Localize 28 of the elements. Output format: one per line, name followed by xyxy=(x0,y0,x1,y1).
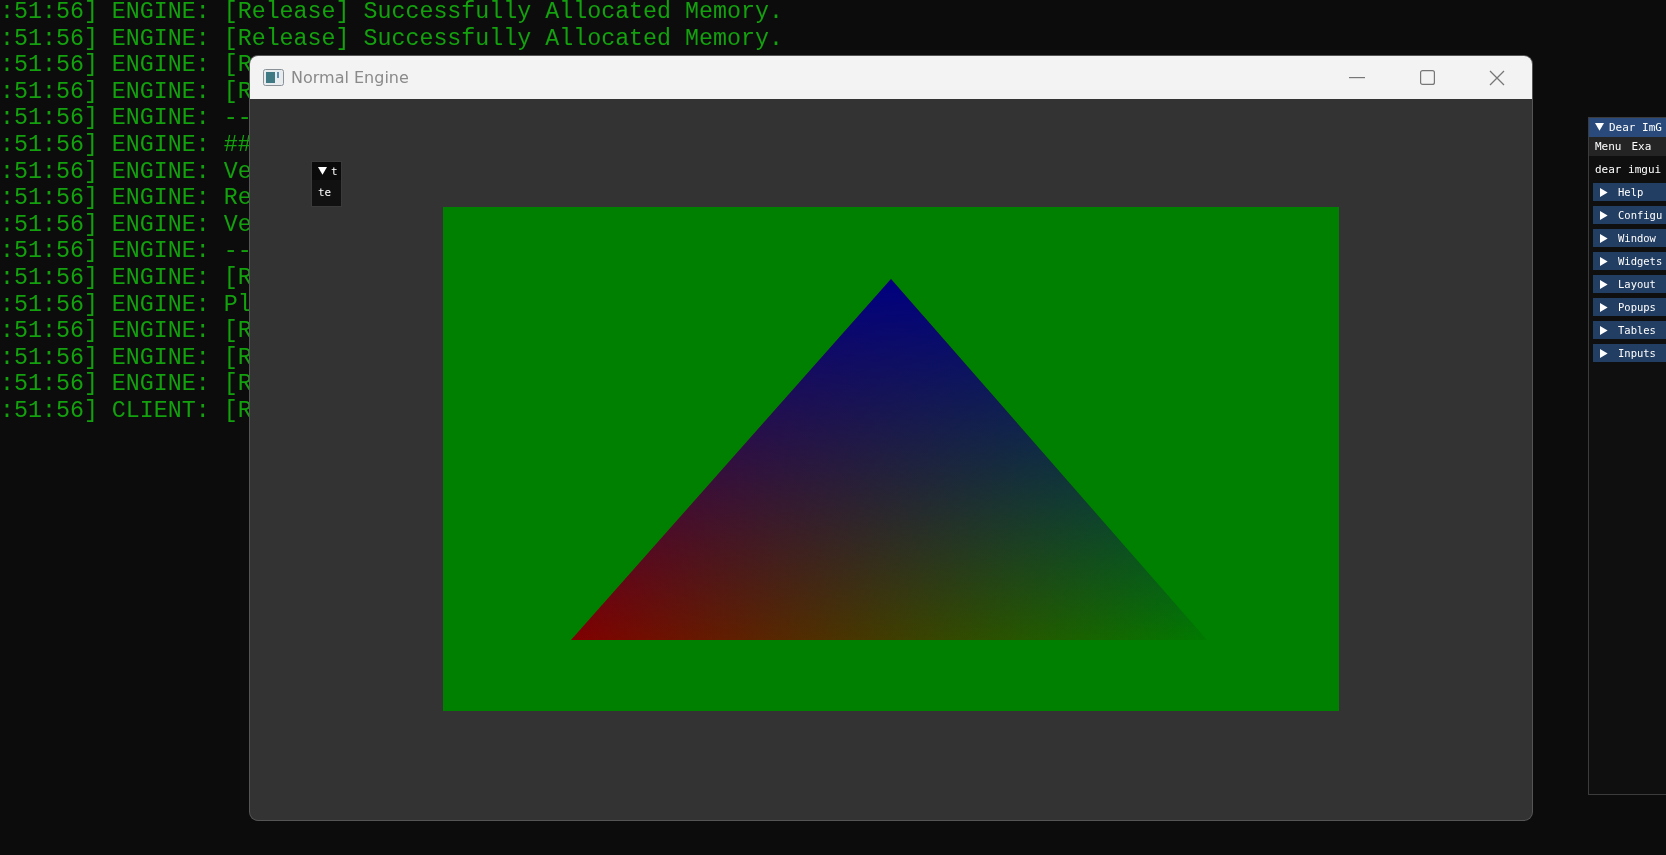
label-text: dear imgui xyxy=(1595,163,1662,176)
collapsing-header[interactable]: Widgets xyxy=(1593,252,1666,270)
log-line: :51:56] ENGINE: -- xyxy=(0,105,252,132)
app-icon xyxy=(263,69,284,86)
collapsing-header[interactable]: Help xyxy=(1593,183,1666,201)
collapsing-header[interactable]: Configu xyxy=(1593,206,1666,224)
collapsing-header[interactable]: Tables xyxy=(1593,321,1666,339)
window-title: Dear ImG xyxy=(1609,121,1662,134)
log-line: :51:56] ENGINE: Re xyxy=(0,185,252,212)
log-line: :51:56] ENGINE: [Release] Successfully Allocated Memory. xyxy=(0,25,783,53)
panel-title: t xyxy=(331,164,338,178)
collapsing-header[interactable]: Layout xyxy=(1593,275,1666,293)
collapsing-header[interactable]: Inputs xyxy=(1593,344,1666,362)
minimize-icon xyxy=(1349,76,1365,79)
log-line: :51:56] ENGINE: Ve xyxy=(0,158,252,186)
collapsing-header[interactable]: Popups xyxy=(1593,298,1666,316)
menu-item[interactable]: Exa xyxy=(1631,140,1652,153)
log-line: :51:56] ENGINE: Ve xyxy=(0,211,252,239)
panel-text: te xyxy=(318,186,332,199)
log-line: :51:56] ENGINE: Pl xyxy=(0,291,252,319)
menu-item[interactable]: Menu xyxy=(1595,140,1622,153)
window-title: Normal Engine xyxy=(291,68,409,87)
log-line: :51:56] ENGINE: -- xyxy=(0,238,252,265)
log-line: :51:56] ENGINE: ## xyxy=(0,131,252,159)
close-icon xyxy=(1489,69,1505,86)
log-line: :51:56] ENGINE: [Release] Successfully Allocated Memory. xyxy=(0,0,783,26)
maximize-icon xyxy=(1419,70,1435,85)
collapsing-header[interactable]: Window xyxy=(1593,229,1666,247)
